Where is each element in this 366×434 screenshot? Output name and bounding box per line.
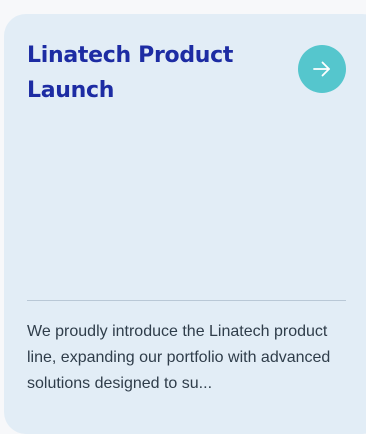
open-article-button[interactable] bbox=[298, 45, 346, 93]
arrow-right-icon bbox=[313, 61, 330, 77]
card-title: Linatech Product Launch bbox=[27, 43, 234, 103]
card-description: We proudly introduce the Linatech produc… bbox=[27, 323, 331, 392]
news-card[interactable]: Linatech Product Launch We proudly intro… bbox=[4, 14, 366, 434]
card-divider bbox=[27, 300, 346, 301]
